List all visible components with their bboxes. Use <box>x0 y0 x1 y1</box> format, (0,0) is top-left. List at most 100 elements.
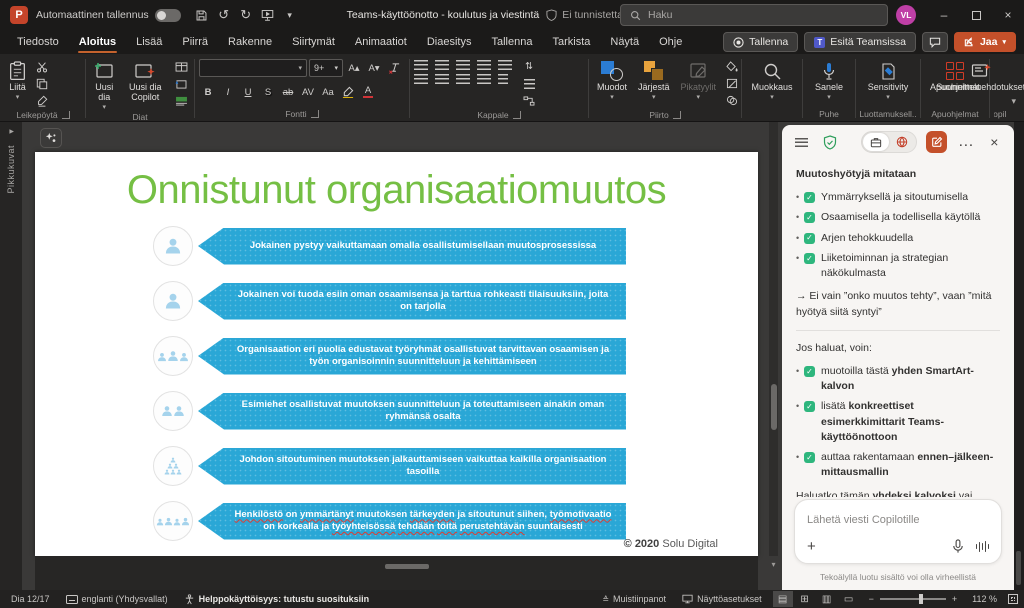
more-options-icon[interactable]: … <box>956 132 975 152</box>
slide-banner-row[interactable]: Jokainen pystyy vaikuttamaan omalla osal… <box>35 226 758 266</box>
slide-banner-row[interactable]: Henkilöstö on ymmärtänyt muutoksen tärke… <box>35 501 758 541</box>
clear-formatting-icon[interactable] <box>385 61 403 76</box>
scroll-down-icon[interactable]: ▾ <box>769 560 778 569</box>
shape-fill-icon[interactable] <box>723 59 741 74</box>
save-icon[interactable] <box>191 4 213 26</box>
undo-icon[interactable]: ↺ <box>213 4 235 26</box>
clipboard-dialog-launcher-icon[interactable] <box>62 111 70 119</box>
bullets-icon[interactable] <box>414 60 428 70</box>
arrange-button[interactable]: Järjestä▾ <box>634 57 674 104</box>
drawing-dialog-launcher-icon[interactable] <box>673 111 681 119</box>
record-button[interactable]: Tallenna <box>723 32 798 52</box>
ribbon-tab[interactable]: Tarkista <box>543 33 599 51</box>
paragraph-dialog-launcher-icon[interactable] <box>513 111 521 119</box>
web-mode-segment[interactable] <box>889 133 915 151</box>
panel-scrollbar[interactable] <box>1016 551 1021 585</box>
increase-indent-icon[interactable] <box>477 60 491 70</box>
font-size-select[interactable]: 9+▾ <box>309 59 343 77</box>
align-right-icon[interactable] <box>456 74 470 84</box>
vertical-scrollbar[interactable] <box>771 384 777 430</box>
ribbon-tab[interactable]: Siirtymät <box>283 33 344 51</box>
underline-icon[interactable]: U <box>239 85 257 100</box>
shrink-font-icon[interactable]: A▾ <box>365 61 383 76</box>
character-spacing-icon[interactable]: AV <box>299 85 317 100</box>
slide-banner-row[interactable]: Jokainen voi tuoda esiin oman osaamisens… <box>35 281 758 321</box>
banner-shape[interactable]: Jokainen pystyy vaikuttamaan omalla osal… <box>198 228 626 265</box>
dictate-button[interactable]: Sanele▾ <box>811 57 847 104</box>
strikethrough-icon[interactable]: ab <box>279 85 297 100</box>
ribbon-tab[interactable]: Rakenne <box>219 33 281 51</box>
ribbon-tab[interactable]: Aloitus <box>70 33 125 51</box>
copilot-input-card[interactable]: + <box>794 499 1002 564</box>
zoom-out-icon[interactable]: − <box>869 594 874 604</box>
vertical-scroll-track[interactable] <box>769 122 778 556</box>
slide-title[interactable]: Onnistunut organisaatiomuutos <box>35 168 758 213</box>
banner-shape[interactable]: Jokainen voi tuoda esiin oman osaamisens… <box>198 283 626 320</box>
copy-icon[interactable] <box>33 76 51 91</box>
align-center-icon[interactable] <box>435 74 449 84</box>
ribbon-tab[interactable]: Ohje <box>650 33 691 51</box>
italic-icon[interactable]: I <box>219 85 237 100</box>
line-spacing-icon[interactable] <box>498 60 512 70</box>
section-icon[interactable] <box>172 93 190 108</box>
ribbon-tab[interactable]: Piirrä <box>173 33 217 51</box>
attach-plus-icon[interactable]: + <box>807 538 816 555</box>
powerpoint-app-icon[interactable]: P <box>10 6 28 24</box>
shape-outline-icon[interactable] <box>723 76 741 91</box>
ribbon-tab[interactable]: Animaatiot <box>346 33 416 51</box>
account-avatar[interactable]: VL <box>896 5 916 25</box>
text-shadow-icon[interactable]: S <box>259 85 277 100</box>
font-dialog-launcher-icon[interactable] <box>311 110 319 118</box>
new-slide-copilot-button[interactable]: Uusi dia Copilot <box>121 57 169 106</box>
expand-thumbnails-icon[interactable]: ▾ <box>6 129 17 134</box>
copilot-mode-toggle[interactable] <box>861 131 917 153</box>
slide-banner-row[interactable]: Johdon sitoutuminen muutoksen jalkauttam… <box>35 446 758 486</box>
ribbon-collapse-icon[interactable]: ▾ <box>1009 56 1022 121</box>
format-painter-icon[interactable] <box>33 93 51 108</box>
columns-icon[interactable] <box>498 74 508 84</box>
thumbnails-strip[interactable]: ▾ Pikkukuvat <box>0 122 22 590</box>
autosave-control[interactable]: Automaattinen tallennus <box>36 9 181 22</box>
slide-indicator[interactable]: Dia 12/17 <box>6 594 55 604</box>
banner-shape[interactable]: Esimiehet osallistuvat muutoksen suunnit… <box>198 393 626 430</box>
copilot-message-input[interactable] <box>807 514 989 526</box>
reading-view-icon[interactable]: ▥ <box>817 591 837 607</box>
ribbon-tab[interactable]: Tallenna <box>482 33 541 51</box>
reset-slide-icon[interactable] <box>172 76 190 91</box>
close-panel-icon[interactable]: × <box>985 132 1004 152</box>
quick-access-chevron-icon[interactable]: ▾ <box>279 4 301 26</box>
slide-banner-row[interactable]: Esimiehet osallistuvat muutoksen suunnit… <box>35 391 758 431</box>
design-ideas-button[interactable] <box>40 128 62 148</box>
redo-icon[interactable]: ↻ <box>235 4 257 26</box>
align-left-icon[interactable] <box>414 74 428 84</box>
font-name-select[interactable]: ▾ <box>199 59 307 77</box>
autosave-toggle[interactable] <box>155 9 181 22</box>
align-text-icon[interactable] <box>520 76 538 91</box>
ribbon-tab[interactable]: Tiedosto <box>8 33 68 51</box>
highlight-icon[interactable] <box>339 85 357 100</box>
notes-toggle[interactable]: ≙Muistiinpanot <box>597 594 671 604</box>
accessibility-checker[interactable]: Helppokäyttöisyys: tutustu suosituksiin <box>179 594 375 605</box>
share-button[interactable]: Jaa ▾ <box>954 32 1016 52</box>
close-button[interactable]: × <box>992 0 1024 30</box>
restore-button[interactable] <box>960 0 992 30</box>
editing-button[interactable]: Muokkaus▾ <box>747 57 796 104</box>
paste-button[interactable]: Liitä▾ <box>5 57 30 104</box>
slide-banner-row[interactable]: Organisaation eri puolia edustavat työry… <box>35 336 758 376</box>
zoom-in-icon[interactable]: + <box>952 594 957 604</box>
ribbon-tab[interactable]: Lisää <box>127 33 171 51</box>
start-presentation-icon[interactable] <box>257 4 279 26</box>
zoom-level[interactable]: 112 % <box>967 594 1002 604</box>
present-in-teams-button[interactable]: T Esitä Teamsissa <box>804 32 916 52</box>
voice-mode-icon[interactable] <box>976 541 990 552</box>
comments-button[interactable] <box>922 32 948 52</box>
minimize-button[interactable]: – <box>928 0 960 30</box>
change-case-icon[interactable]: Aa <box>319 85 337 100</box>
zoom-slider-thumb[interactable] <box>919 594 923 604</box>
numbering-icon[interactable] <box>435 60 449 70</box>
slide-canvas[interactable]: Onnistunut organisaatiomuutos Jokainen p… <box>35 152 758 556</box>
normal-view-icon[interactable]: ▤ <box>773 591 793 607</box>
display-settings[interactable]: Näyttöasetukset <box>677 594 767 604</box>
font-color-icon[interactable]: A <box>359 85 377 100</box>
banner-shape[interactable]: Organisaation eri puolia edustavat työry… <box>198 338 626 375</box>
